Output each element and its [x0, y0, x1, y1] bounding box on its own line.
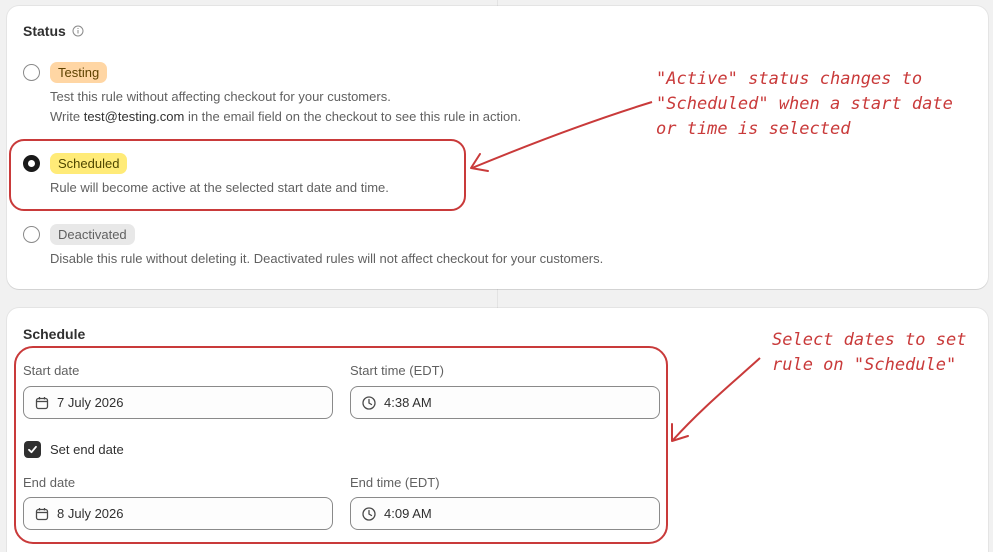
status-badge-scheduled: Scheduled: [50, 153, 128, 174]
start-date-label: Start date: [23, 363, 80, 378]
end-time-input[interactable]: 4:09 AM: [350, 497, 660, 530]
checkmark-icon: [28, 445, 37, 454]
set-end-date-label[interactable]: Set end date: [50, 442, 124, 457]
deactivated-description: Disable this rule without deleting it. D…: [50, 251, 604, 266]
status-badge-deactivated: Deactivated: [50, 224, 135, 245]
status-badge-testing: Testing: [50, 62, 108, 83]
annotation-note-schedule: Select dates to set rule on "Schedule": [772, 330, 967, 375]
testing-description-line1: Test this rule without affecting checkou…: [50, 89, 391, 104]
end-time-label: End time (EDT): [350, 475, 440, 490]
radio-testing[interactable]: [23, 64, 40, 81]
set-end-date-checkbox[interactable]: [24, 441, 41, 458]
radio-scheduled[interactable]: [23, 155, 40, 172]
calendar-icon: [35, 396, 49, 409]
scheduled-description: Rule will become active at the selected …: [50, 180, 389, 195]
status-title: Status: [23, 23, 84, 39]
status-card: Status Testing Test this rule without af…: [7, 6, 988, 289]
start-time-label: Start time (EDT): [350, 363, 444, 378]
end-date-input[interactable]: 8 July 2026: [23, 497, 333, 530]
annotation-note-status: "Active" status changes to "Scheduled" w…: [656, 69, 953, 139]
calendar-icon: [35, 507, 49, 520]
clock-icon: [362, 395, 376, 410]
end-date-label: End date: [23, 475, 76, 490]
clock-icon: [362, 506, 376, 521]
radio-deactivated[interactable]: [23, 226, 40, 243]
start-time-input[interactable]: 4:38 AM: [350, 386, 660, 419]
test-email: test@testing.com: [83, 109, 185, 124]
info-icon[interactable]: [72, 25, 84, 37]
testing-description-line2: Write test@testing.com in the email fiel…: [50, 109, 522, 124]
start-date-input[interactable]: 7 July 2026: [23, 386, 333, 419]
schedule-title: Schedule: [23, 326, 86, 342]
